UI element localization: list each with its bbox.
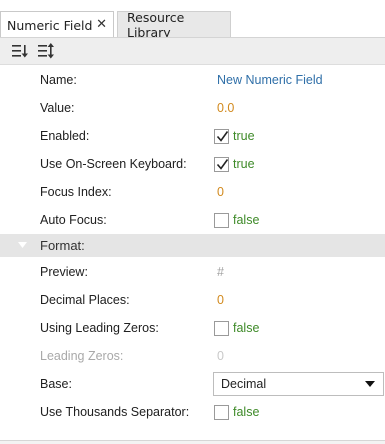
panel-bottom-border <box>0 440 385 444</box>
property-row-onscreen-keyboard: Use On-Screen Keyboard: true <box>0 150 385 178</box>
property-row-preview: Preview: # <box>0 258 385 286</box>
close-icon[interactable]: ✕ <box>96 17 107 32</box>
property-row-focus-index: Focus Index: 0 <box>0 178 385 206</box>
property-label: Decimal Places: <box>40 293 130 307</box>
base-dropdown[interactable]: Decimal <box>213 372 384 396</box>
property-label: Use On-Screen Keyboard: <box>40 157 187 171</box>
checkmark-icon <box>216 130 229 142</box>
chevron-down-icon <box>365 381 375 387</box>
property-label: Focus Index: <box>40 185 112 199</box>
section-title: Format: <box>40 238 85 253</box>
property-row-base: Base: Decimal <box>0 370 385 398</box>
property-label: Use Thousands Separator: <box>40 405 190 419</box>
name-value[interactable]: New Numeric Field <box>217 73 323 87</box>
leading-zeros-field: 0 <box>217 349 224 363</box>
thousands-separator-value: false <box>233 405 260 419</box>
using-leading-zeros-value: false <box>233 321 260 335</box>
format-section-header[interactable]: Format: <box>0 234 385 257</box>
tab-resource-library[interactable]: Resource Library <box>117 10 231 40</box>
value-field[interactable]: 0.0 <box>217 101 234 115</box>
property-label: Value: <box>40 101 75 115</box>
tab-bar: Numeric Field ✕ Resource Library <box>0 0 385 40</box>
collapse-arrow-icon[interactable] <box>18 241 27 250</box>
sort-categorized-icon[interactable] <box>10 42 28 60</box>
auto-focus-value: false <box>233 213 260 227</box>
property-label: Base: <box>40 377 72 391</box>
tab-label: Resource Library <box>127 10 185 40</box>
property-label: Using Leading Zeros: <box>40 321 159 335</box>
thousands-separator-checkbox[interactable] <box>214 404 229 420</box>
property-row-value: Value: 0.0 <box>0 94 385 122</box>
property-row-auto-focus: Auto Focus: false <box>0 206 385 234</box>
preview-value: # <box>217 265 224 279</box>
property-row-enabled: Enabled: true <box>0 122 385 150</box>
property-label: Name: <box>40 73 77 87</box>
property-row-leading-zeros: Leading Zeros: 0 <box>0 342 385 370</box>
sort-alphabetical-icon[interactable] <box>36 42 54 60</box>
property-label: Preview: <box>40 265 88 279</box>
enabled-value: true <box>233 129 255 143</box>
property-row-using-leading-zeros: Using Leading Zeros: false <box>0 314 385 342</box>
property-label: Leading Zeros: <box>40 349 124 363</box>
property-label: Auto Focus: <box>40 213 107 227</box>
auto-focus-checkbox[interactable] <box>214 212 229 228</box>
using-leading-zeros-checkbox[interactable] <box>214 320 229 336</box>
toolbar <box>0 38 385 65</box>
property-label: Enabled: <box>40 129 90 143</box>
enabled-checkbox[interactable] <box>214 128 229 144</box>
onscreen-keyboard-checkbox[interactable] <box>214 156 229 172</box>
focus-index-field[interactable]: 0 <box>217 185 224 199</box>
base-selected-value: Decimal <box>221 377 267 391</box>
property-row-thousands-separator: Use Thousands Separator: false <box>0 398 385 426</box>
checkmark-icon <box>216 158 229 170</box>
property-row-name: Name: New Numeric Field <box>0 66 385 94</box>
property-row-decimal-places: Decimal Places: 0 <box>0 286 385 314</box>
tab-label: Numeric Field <box>7 17 93 33</box>
decimal-places-field[interactable]: 0 <box>217 293 224 307</box>
onscreen-keyboard-value: true <box>233 157 255 171</box>
tab-numeric-field[interactable]: Numeric Field ✕ <box>0 11 114 38</box>
